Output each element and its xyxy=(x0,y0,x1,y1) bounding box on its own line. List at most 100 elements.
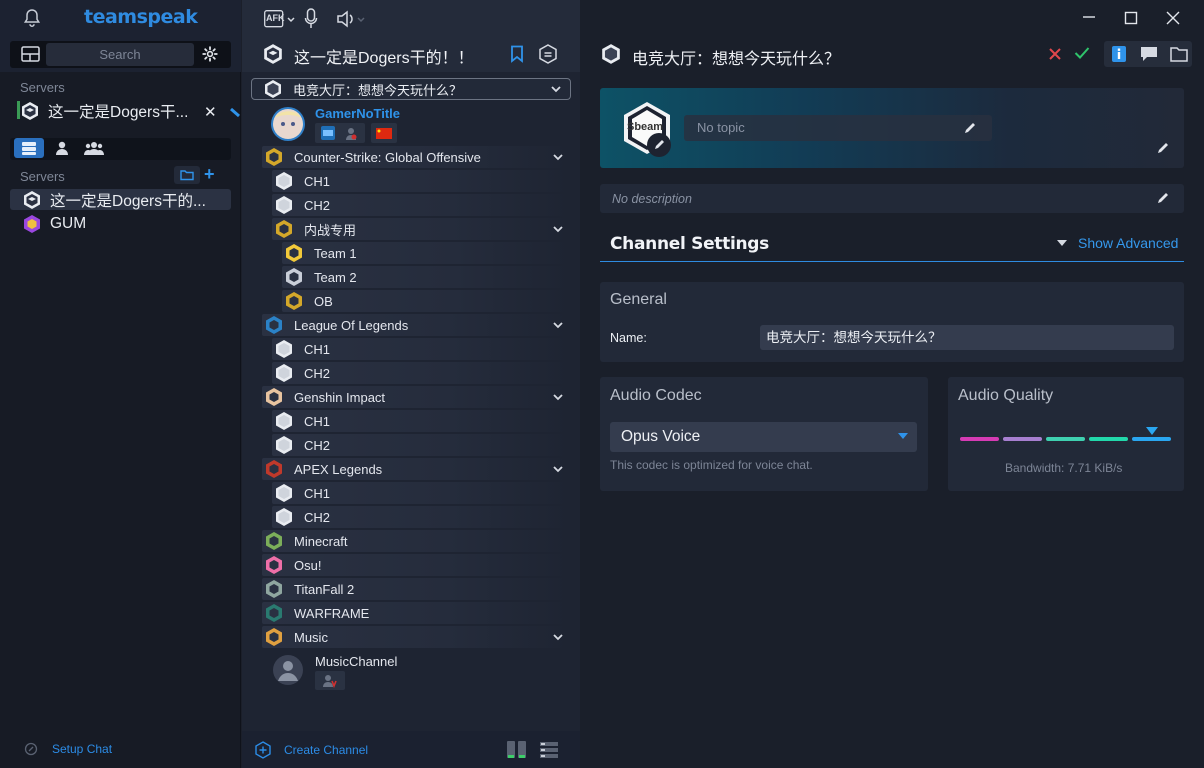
channel-name: Counter-Strike: Global Offensive xyxy=(294,149,481,165)
channel-row[interactable]: Team 2 xyxy=(282,266,570,288)
chevron-down-icon[interactable] xyxy=(552,223,564,235)
confirm-icon[interactable] xyxy=(1074,46,1090,60)
quality-segment[interactable] xyxy=(1132,437,1171,441)
description-placeholder: No description xyxy=(612,192,692,206)
name-label: Name: xyxy=(610,331,647,345)
add-folder-button[interactable] xyxy=(174,166,200,184)
server-info-icon[interactable] xyxy=(538,44,558,64)
tab-contacts[interactable] xyxy=(55,140,69,156)
chevron-down-icon[interactable] xyxy=(552,631,564,643)
channel-row[interactable]: Counter-Strike: Global Offensive xyxy=(262,146,570,168)
channel-row[interactable]: APEX Legends xyxy=(262,458,570,480)
afk-button[interactable]: AFK xyxy=(264,9,298,29)
channel-row[interactable]: CH1 xyxy=(272,482,570,504)
maximize-button[interactable] xyxy=(1124,11,1138,25)
channel-name: Team 2 xyxy=(314,269,357,285)
user-avatar[interactable] xyxy=(268,106,308,142)
channel-row[interactable]: Osu! xyxy=(262,554,570,576)
channel-row[interactable]: Genshin Impact xyxy=(262,386,570,408)
bell-icon[interactable] xyxy=(22,8,42,28)
server-hex-icon xyxy=(262,43,284,65)
folder-icon[interactable] xyxy=(1170,45,1188,63)
channel-row[interactable]: 内战专用 xyxy=(272,218,570,240)
channel-row[interactable]: CH2 xyxy=(272,506,570,528)
channel-name-field[interactable]: 电竞大厅：想想今天玩什么？ xyxy=(760,325,1174,350)
channel-row[interactable]: CH1 xyxy=(272,338,570,360)
music-user-badges xyxy=(315,671,345,690)
topic-edit-icon[interactable] xyxy=(962,120,978,136)
topic-input[interactable]: No topic xyxy=(684,115,992,141)
chevron-down-icon[interactable] xyxy=(552,151,564,163)
gear-icon[interactable] xyxy=(202,46,218,62)
cancel-icon[interactable] xyxy=(1048,47,1062,61)
channel-game-icon xyxy=(286,268,302,286)
tab-servers[interactable] xyxy=(14,138,44,158)
quality-segment[interactable] xyxy=(1046,437,1085,441)
codec-value: Opus Voice xyxy=(621,428,701,445)
close-window-button[interactable] xyxy=(1166,11,1180,25)
description-edit-icon[interactable] xyxy=(1155,190,1171,206)
current-channel-row[interactable]: 电竞大厅：想想今天玩什么？ xyxy=(251,78,571,100)
close-icon[interactable]: ✕ xyxy=(204,103,217,121)
talk-power-icon[interactable] xyxy=(506,740,528,760)
chevron-down-icon[interactable] xyxy=(552,319,564,331)
channel-row[interactable]: Minecraft xyxy=(262,530,570,552)
channel-row[interactable]: CH1 xyxy=(272,170,570,192)
audio-quality-title: Audio Quality xyxy=(958,387,1054,404)
chevron-down-icon[interactable] xyxy=(552,391,564,403)
server-hex-icon xyxy=(24,191,40,209)
create-channel-button[interactable]: Create Channel xyxy=(254,741,368,759)
channel-row[interactable]: Team 1 xyxy=(282,242,570,264)
server-list-item[interactable]: GUM xyxy=(22,213,222,235)
layout-icon[interactable] xyxy=(21,46,40,62)
show-advanced-toggle[interactable]: Show Advanced xyxy=(1078,235,1178,251)
add-server-button[interactable]: + xyxy=(204,164,215,185)
music-user-avatar[interactable] xyxy=(272,654,304,686)
channel-row[interactable]: CH2 xyxy=(272,434,570,456)
quality-segment[interactable] xyxy=(1089,437,1128,441)
country-flag-icon xyxy=(371,123,397,143)
chat-icon[interactable] xyxy=(1140,45,1158,63)
microphone-icon[interactable] xyxy=(304,8,318,30)
servers-section-label: Servers xyxy=(20,169,65,184)
channel-row[interactable]: OB xyxy=(282,290,570,312)
info-icon[interactable] xyxy=(1108,43,1130,65)
setup-chat-link[interactable]: Setup Chat xyxy=(24,742,112,756)
channel-row[interactable]: Music xyxy=(262,626,570,648)
banner-edit-icon[interactable] xyxy=(1155,140,1171,156)
minimize-button[interactable] xyxy=(1082,10,1096,24)
channel-hex-icon xyxy=(276,436,292,454)
channel-game-icon xyxy=(266,148,282,166)
channel-row[interactable]: League Of Legends xyxy=(262,314,570,336)
server-list-item[interactable]: 这一定是Dogers干的... xyxy=(22,189,222,211)
user-name[interactable]: GamerNoTitle xyxy=(315,106,400,121)
view-list-icon[interactable] xyxy=(539,740,559,760)
tab-groups[interactable] xyxy=(84,140,104,156)
user-badges xyxy=(315,123,365,143)
speaker-icon[interactable] xyxy=(336,9,368,29)
servers-label: Servers xyxy=(20,80,65,95)
codec-hint: This codec is optimized for voice chat. xyxy=(610,458,813,472)
channel-row[interactable]: WARFRAME xyxy=(262,602,570,624)
create-channel-label: Create Channel xyxy=(284,743,369,757)
quality-segment[interactable] xyxy=(960,437,999,441)
search-input[interactable]: Search xyxy=(46,43,194,66)
channel-row[interactable]: CH1 xyxy=(272,410,570,432)
channel-row[interactable]: CH2 xyxy=(272,194,570,216)
quality-marker-icon[interactable] xyxy=(1146,427,1158,435)
codec-select[interactable]: Opus Voice xyxy=(610,422,917,452)
chevron-down-icon[interactable] xyxy=(552,463,564,475)
channel-name: CH1 xyxy=(304,413,331,429)
bookmarked-server-name: 这一定是Dogers干... xyxy=(48,104,189,121)
channel-row[interactable]: CH2 xyxy=(272,362,570,384)
music-user-name[interactable]: MusicChannel xyxy=(315,654,397,669)
bookmarked-server[interactable]: 这一定是Dogers干... xyxy=(20,100,226,122)
channel-settings-title: Channel Settings xyxy=(610,234,769,254)
bookmark-icon[interactable] xyxy=(510,45,524,63)
audio-codec-title: Audio Codec xyxy=(610,387,702,404)
channel-row[interactable]: TitanFall 2 xyxy=(262,578,570,600)
avatar-edit-icon[interactable] xyxy=(647,133,671,157)
channel-name: 内战专用 xyxy=(304,222,357,238)
triangle-down-icon[interactable] xyxy=(1056,239,1068,247)
quality-segment[interactable] xyxy=(1003,437,1042,441)
